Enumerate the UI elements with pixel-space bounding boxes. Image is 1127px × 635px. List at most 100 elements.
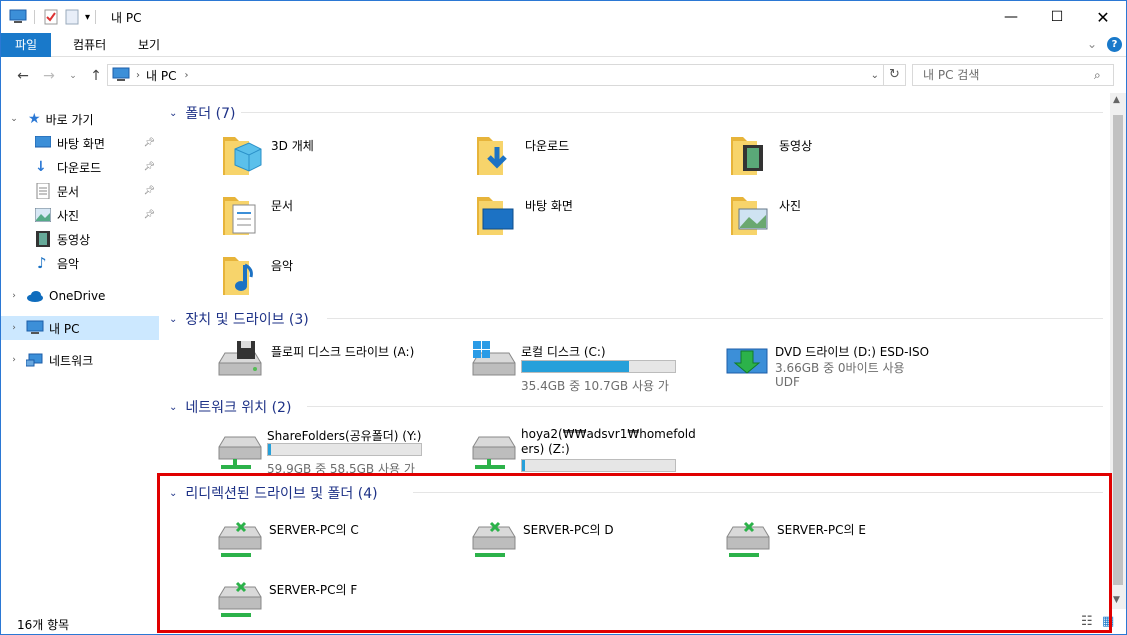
sidebar-item-quick-access[interactable]: ⌄ ★ 바로 가기 — [1, 107, 159, 131]
sidebar-item-label: 다운로드 — [57, 160, 102, 175]
quick-access-toolbar: ▾ — [9, 7, 97, 27]
folder-desktop[interactable]: 바탕 화면 — [473, 191, 713, 249]
capacity-bar — [521, 459, 676, 472]
scroll-up-icon[interactable]: ▲ — [1113, 95, 1120, 105]
sidebar-item-label: 네트워크 — [49, 353, 94, 368]
tab-file[interactable]: 파일 — [1, 33, 52, 57]
item-count: 16개 항목 — [17, 618, 70, 632]
pin-icon[interactable]: 📌︎ — [144, 210, 155, 220]
back-button[interactable]: ← — [13, 66, 33, 86]
collapse-chevron-icon[interactable]: ⌄ — [169, 402, 177, 413]
sidebar-item-mypc[interactable]: › 내 PC — [1, 316, 159, 340]
highlight-box — [157, 473, 1112, 633]
tile-label: ShareFolders(공유폴더) (Y:) — [267, 429, 422, 443]
pin-icon[interactable]: 📌︎ — [144, 138, 155, 148]
tile-label: 바탕 화면 — [525, 199, 573, 213]
group-title: 장치 및 드라이브 (3) — [185, 312, 309, 328]
minimize-button[interactable]: — — [988, 1, 1034, 33]
folder-video-icon — [731, 137, 763, 175]
navigation-pane: ⌄ ★ 바로 가기 바탕 화면 📌︎ ↓ 다운로드 📌︎ 문서 📌︎ 사진 📌︎… — [1, 99, 161, 609]
breadcrumb-mypc[interactable]: 내 PC — [146, 67, 176, 84]
recent-locations-button[interactable]: ⌄ — [63, 66, 83, 86]
tab-computer[interactable]: 컴퓨터 — [59, 33, 120, 57]
sidebar-item-label: 사진 — [57, 208, 80, 223]
group-divider — [241, 112, 1103, 113]
sidebar-item-documents[interactable]: 문서 📌︎ — [1, 179, 159, 203]
close-button[interactable]: ✕ — [1080, 1, 1126, 33]
properties-icon[interactable] — [43, 9, 59, 25]
folder-3d-objects[interactable]: 3D 개체 — [219, 131, 459, 189]
pin-icon[interactable]: 📌︎ — [144, 162, 155, 172]
folder-desktop-icon — [477, 197, 514, 235]
collapse-chevron-icon[interactable]: ⌄ — [169, 108, 177, 119]
tile-label: 음악 — [271, 259, 294, 273]
tile-label: 3D 개체 — [271, 139, 314, 153]
collapse-chevron-icon[interactable]: ⌄ — [169, 314, 177, 325]
address-dropdown-icon[interactable]: ⌄ — [871, 70, 879, 81]
computer-icon — [112, 67, 130, 81]
breadcrumb-separator-icon[interactable]: › — [136, 70, 140, 81]
tile-label: 사진 — [779, 199, 802, 213]
forward-button[interactable]: → — [39, 66, 59, 86]
group-title: 폴더 (7) — [185, 106, 236, 122]
folder-documents[interactable]: 문서 — [219, 191, 459, 249]
vertical-scrollbar[interactable]: ▲ ▼ — [1110, 93, 1126, 609]
ribbon-tabs: 파일 컴퓨터 보기 ⌄ ? — [1, 33, 1126, 57]
sidebar-item-pictures[interactable]: 사진 📌︎ — [1, 203, 159, 227]
search-input[interactable]: 내 PC 검색 — [912, 64, 1114, 86]
group-header-drives[interactable]: ⌄ 장치 및 드라이브 (3) — [169, 309, 309, 329]
sidebar-item-desktop[interactable]: 바탕 화면 📌︎ — [1, 131, 159, 155]
capacity-fill — [522, 460, 526, 471]
folder-pictures-icon — [731, 197, 768, 235]
drive-dvd-d[interactable]: DVD 드라이브 (D:) ESD-ISO 3.66GB 중 0바이트 사용 U… — [723, 337, 963, 395]
folder-downloads[interactable]: 다운로드 — [473, 131, 713, 189]
file-system-text: UDF — [775, 375, 800, 389]
expand-ribbon-icon[interactable]: ⌄ — [1087, 37, 1097, 51]
tile-label: 다운로드 — [525, 139, 570, 153]
collapsed-chevron-icon[interactable]: › — [8, 323, 20, 333]
sidebar-item-music[interactable]: ♪ 음악 — [1, 251, 159, 275]
drive-floppy[interactable]: 플로피 디스크 드라이브 (A:) — [215, 337, 455, 395]
sidebar-item-label: 바탕 화면 — [57, 136, 105, 151]
collapsed-chevron-icon[interactable]: › — [8, 291, 20, 301]
search-icon[interactable]: ⌕ — [1094, 68, 1101, 83]
address-bar[interactable]: › 내 PC › ⌄ — [107, 64, 884, 86]
scroll-down-icon[interactable]: ▼ — [1113, 595, 1120, 605]
sidebar-item-label: 음악 — [57, 256, 80, 271]
capacity-bar — [521, 360, 676, 373]
group-header-network[interactable]: ⌄ 네트워크 위치 (2) — [169, 397, 291, 417]
new-folder-icon[interactable] — [65, 9, 79, 25]
tile-label: 플로피 디스크 드라이브 (A:) — [271, 345, 415, 359]
maximize-button[interactable]: ☐ — [1034, 1, 1080, 33]
tile-label: 로컬 디스크 (C:) — [521, 345, 606, 359]
collapsed-chevron-icon[interactable]: › — [8, 355, 20, 365]
help-icon[interactable]: ? — [1107, 37, 1122, 52]
tile-label: DVD 드라이브 (D:) ESD-ISO — [775, 345, 930, 359]
breadcrumb-separator-icon[interactable]: › — [184, 70, 188, 81]
tab-view[interactable]: 보기 — [124, 33, 174, 57]
sidebar-item-label: 동영상 — [57, 232, 91, 247]
dvd-drive-icon — [726, 348, 768, 374]
up-button[interactable]: ↑ — [86, 66, 106, 86]
expanded-chevron-icon[interactable]: ⌄ — [8, 114, 20, 124]
capacity-bar — [267, 443, 422, 456]
pin-icon[interactable]: 📌︎ — [144, 186, 155, 196]
pictures-icon — [35, 208, 51, 222]
scroll-thumb[interactable] — [1113, 115, 1123, 585]
folder-music[interactable]: 음악 — [219, 251, 459, 309]
network-drive-icon — [218, 436, 262, 469]
folder-pictures[interactable]: 사진 — [727, 191, 967, 249]
floppy-drive-icon — [218, 341, 262, 376]
sidebar-item-network[interactable]: › 네트워크 — [1, 348, 159, 372]
folder-videos[interactable]: 동영상 — [727, 131, 967, 189]
sidebar-item-onedrive[interactable]: › OneDrive — [1, 284, 159, 308]
capacity-fill — [522, 361, 630, 372]
sidebar-item-downloads[interactable]: ↓ 다운로드 📌︎ — [1, 155, 159, 179]
group-header-folders[interactable]: ⌄ 폴더 (7) — [169, 103, 235, 123]
download-icon: ↓ — [35, 159, 47, 175]
sidebar-item-videos[interactable]: 동영상 — [1, 227, 159, 251]
refresh-button[interactable]: ↻ — [884, 64, 906, 86]
sidebar-item-label: 문서 — [57, 184, 80, 199]
drive-local-c[interactable]: 로컬 디스크 (C:) 35.4GB 중 10.7GB 사용 가 — [469, 337, 709, 395]
computer-icon[interactable] — [9, 9, 27, 25]
